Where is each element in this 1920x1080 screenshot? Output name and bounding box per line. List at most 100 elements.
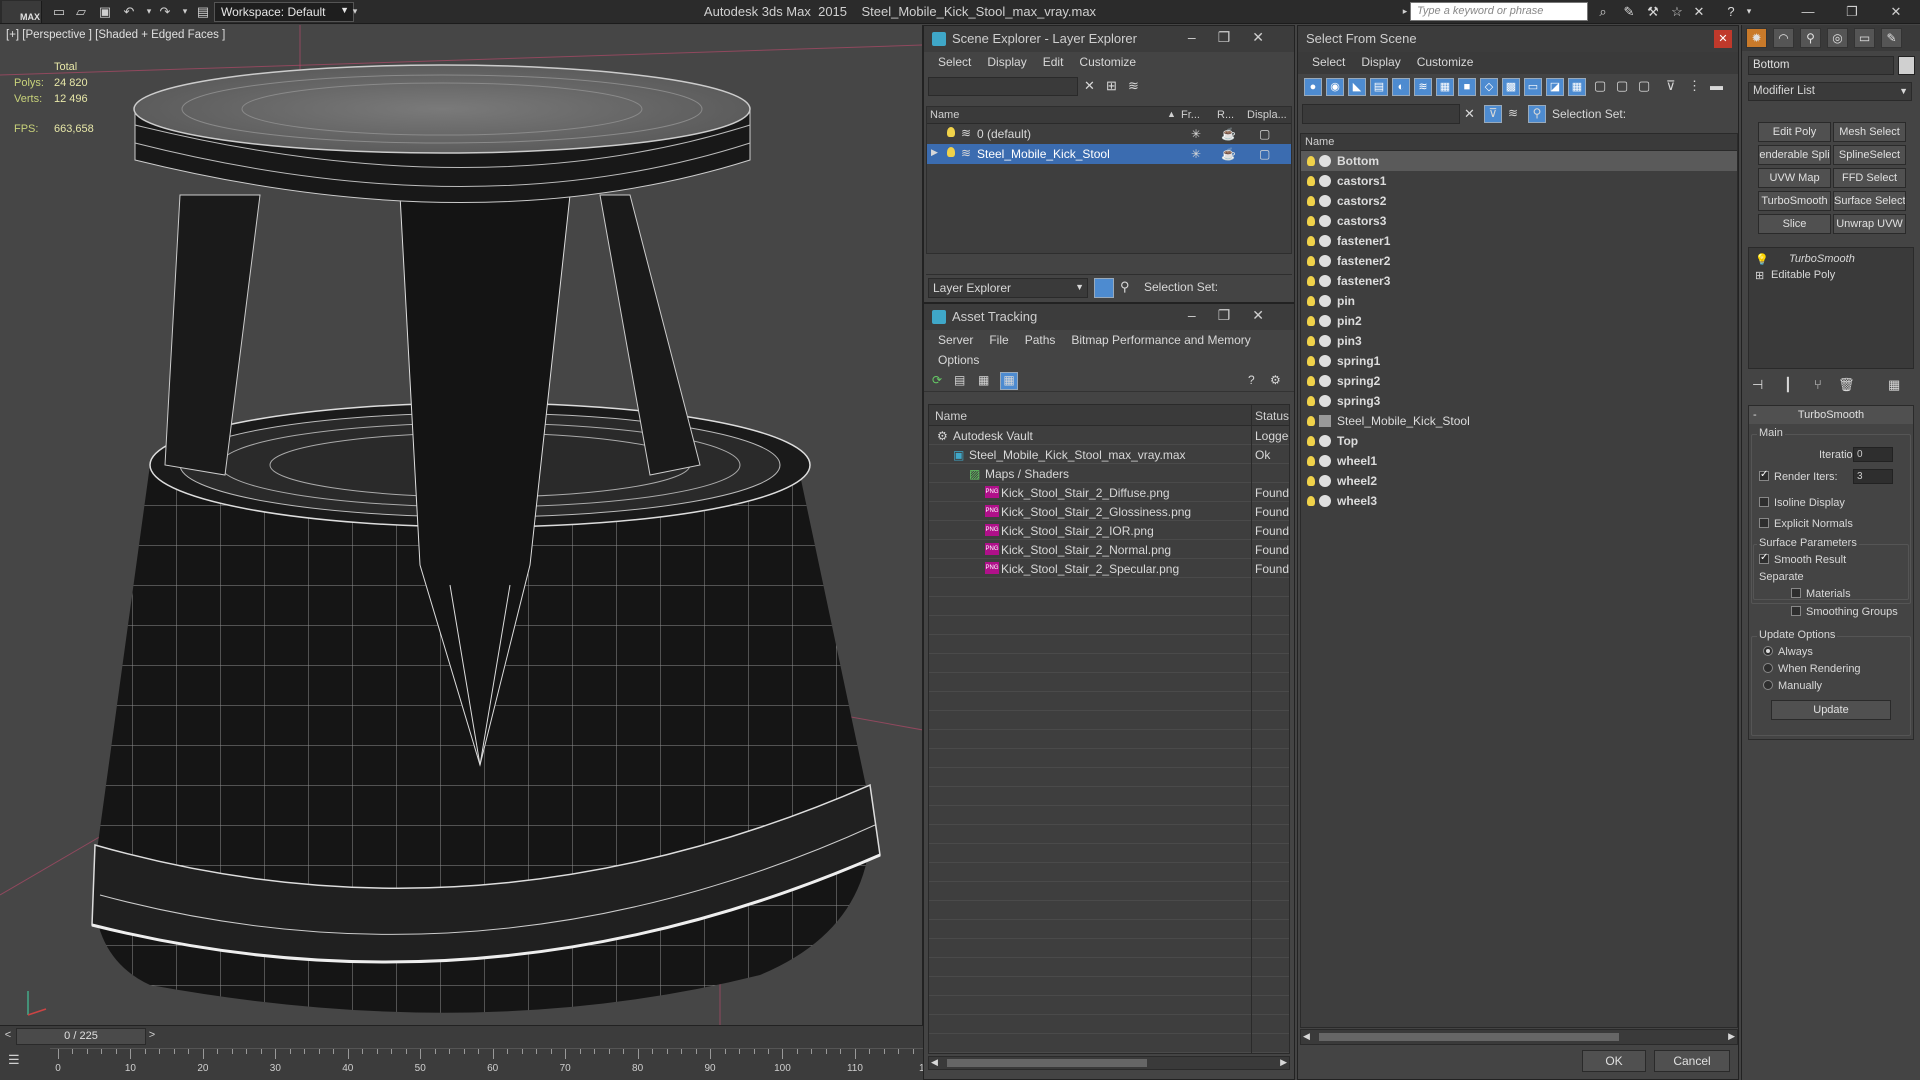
object-row[interactable]: pin3 (1301, 331, 1737, 351)
list-icon[interactable]: ▤ (954, 373, 965, 387)
filter-bones-icon[interactable]: ◇ (1480, 78, 1498, 96)
object-row[interactable]: Steel_Mobile_Kick_Stool (1301, 411, 1737, 431)
filter-shapes-icon[interactable]: ◉ (1326, 78, 1344, 96)
modifier-button[interactable]: Mesh Select (1833, 122, 1906, 142)
open-file-icon[interactable]: ▱ (72, 3, 90, 20)
manually-option[interactable]: Manually (1763, 680, 1822, 692)
asset-tracking-titlebar[interactable]: Asset Tracking –❐✕ (924, 304, 1294, 330)
viewport-label[interactable]: [+] [Perspective ] [Shaded + Edged Faces… (6, 29, 225, 41)
object-row[interactable]: wheel2 (1301, 471, 1737, 491)
asset-row[interactable]: ⚙ Autodesk Vault Logged (929, 426, 1289, 445)
when-rendering-radio[interactable] (1763, 663, 1773, 673)
timeline-ruler[interactable]: 0102030405060708090100110120 (50, 1048, 936, 1078)
bulb-icon[interactable] (1307, 176, 1315, 186)
filter-helpers-icon[interactable]: ◐ (1392, 78, 1410, 96)
sort-by-layer-icon[interactable] (1094, 278, 1114, 298)
bulb-icon[interactable] (1307, 376, 1315, 386)
window-controls[interactable]: –❐✕ (1188, 307, 1286, 324)
object-row[interactable]: pin2 (1301, 311, 1737, 331)
create-tab-icon[interactable]: ✹ (1746, 28, 1767, 48)
motion-tab-icon[interactable]: ◎ (1827, 28, 1848, 48)
bulb-icon[interactable] (1307, 336, 1315, 346)
iterations-spinner[interactable]: 0 (1853, 447, 1893, 462)
filter-xrefs-icon[interactable]: ■ (1458, 78, 1476, 96)
asset-row[interactable]: PNG Kick_Stool_Stair_2_Normal.png Found (929, 540, 1289, 559)
menu-bitmap-performance[interactable]: Bitmap Performance and Memory (1065, 330, 1260, 350)
layers-icon[interactable]: ≋ (1508, 106, 1518, 120)
menu-customize[interactable]: Customize (1411, 52, 1484, 74)
layers-icon[interactable]: ≋ (1128, 78, 1139, 94)
modify-tab-icon[interactable]: ◠ (1773, 28, 1794, 48)
col-status[interactable]: Status (1255, 409, 1289, 423)
asset-row[interactable]: ▨ Maps / Shaders (929, 464, 1289, 483)
object-row[interactable]: spring2 (1301, 371, 1737, 391)
display-none-icon[interactable]: ▢ (1616, 78, 1628, 94)
filter-icon[interactable]: ⊽ (1484, 105, 1502, 123)
close-button[interactable]: ✕ (1714, 30, 1732, 48)
isoline-checkbox[interactable] (1759, 497, 1769, 507)
asset-row[interactable]: PNG Kick_Stool_Stair_2_IOR.png Found (929, 521, 1289, 540)
render-iters-spinner[interactable]: 3 (1853, 469, 1893, 484)
manually-radio[interactable] (1763, 680, 1773, 690)
when-rendering-option[interactable]: When Rendering (1763, 663, 1861, 675)
asset-row[interactable]: PNG Kick_Stool_Stair_2_Diffuse.png Found (929, 483, 1289, 502)
keyword-search-input[interactable]: Type a keyword or phrase (1410, 2, 1588, 21)
scroll-right-icon[interactable]: ▶ (1728, 1031, 1735, 1042)
bulb-icon[interactable] (1307, 236, 1315, 246)
scroll-thumb[interactable] (947, 1059, 1147, 1067)
bulb-icon[interactable] (1307, 216, 1315, 226)
refresh-icon[interactable]: ⟳ (932, 373, 942, 387)
object-row[interactable]: castors2 (1301, 191, 1737, 211)
find-input[interactable] (1302, 104, 1460, 124)
object-row[interactable]: wheel3 (1301, 491, 1737, 511)
help-icon[interactable]: ? (1722, 3, 1740, 20)
stack-item-turbosmooth[interactable]: 💡 TurboSmooth (1749, 252, 1913, 268)
object-row[interactable]: Top (1301, 431, 1737, 451)
save-icon[interactable]: ▣ (96, 3, 114, 20)
col-display[interactable]: Displa... (1247, 109, 1287, 121)
object-row[interactable]: fastener3 (1301, 271, 1737, 291)
modifier-button[interactable]: Surface Select (1833, 191, 1906, 211)
redo-dropdown-icon[interactable]: ▾ (176, 3, 194, 20)
render-iters-option[interactable]: Render Iters: (1759, 469, 1838, 483)
communication-icon[interactable]: ⚒ (1644, 3, 1662, 20)
make-unique-icon[interactable]: ⑂ (1814, 377, 1822, 392)
display-all-icon[interactable]: ▢ (1594, 78, 1606, 94)
materials-option[interactable]: Materials (1791, 588, 1851, 600)
col-name[interactable]: Name (930, 109, 959, 121)
filter-icon[interactable]: ⊞ (1106, 78, 1117, 94)
project-folder-icon[interactable]: ▤ (194, 3, 212, 20)
modifier-button[interactable]: enderable Spli (1758, 145, 1831, 165)
bulb-icon[interactable] (1307, 276, 1315, 286)
display-icon[interactable]: ▢ (1259, 127, 1270, 141)
isoline-option[interactable]: Isoline Display (1759, 497, 1845, 509)
freeze-icon[interactable]: ✳ (1191, 147, 1201, 161)
cancel-button[interactable]: Cancel (1654, 1050, 1730, 1072)
pin-stack-icon[interactable]: ⊣ (1752, 377, 1763, 393)
col-frozen[interactable]: Fr... (1181, 109, 1200, 121)
find-input[interactable] (928, 77, 1078, 96)
modifier-button[interactable]: Slice (1758, 214, 1831, 234)
modifier-button[interactable]: FFD Select (1833, 168, 1906, 188)
customize-dropdown-icon[interactable]: ▾ (346, 3, 364, 20)
bulb-icon[interactable] (1307, 356, 1315, 366)
materials-checkbox[interactable] (1791, 588, 1801, 598)
menu-file[interactable]: File (983, 330, 1018, 350)
explorer-type-dropdown[interactable]: Layer Explorer ▼ (928, 278, 1088, 298)
filter-geometry-icon[interactable]: ● (1304, 78, 1322, 96)
object-row[interactable]: castors3 (1301, 211, 1737, 231)
help-dropdown-icon[interactable]: ▾ (1740, 3, 1758, 20)
horizontal-scrollbar[interactable]: ◀ ▶ (928, 1056, 1290, 1070)
favorites-icon[interactable]: ☆ (1668, 3, 1686, 20)
hierarchy-icon[interactable]: ⚲ (1120, 279, 1130, 295)
scroll-left-icon[interactable]: ◀ (1303, 1031, 1310, 1042)
select-from-scene-titlebar[interactable]: Select From Scene ✕ (1298, 26, 1738, 52)
menu-select[interactable]: Select (932, 52, 981, 74)
modifier-button[interactable]: UVW Map (1758, 168, 1831, 188)
menu-options[interactable]: Options (932, 350, 989, 370)
filter-hidden-icon[interactable]: ◪ (1546, 78, 1564, 96)
prev-frame-icon[interactable]: < (2, 1029, 14, 1044)
bulb-icon[interactable] (1307, 256, 1315, 266)
expand-icon[interactable]: ▶ (931, 147, 938, 158)
new-file-icon[interactable]: ▭ (50, 3, 68, 20)
